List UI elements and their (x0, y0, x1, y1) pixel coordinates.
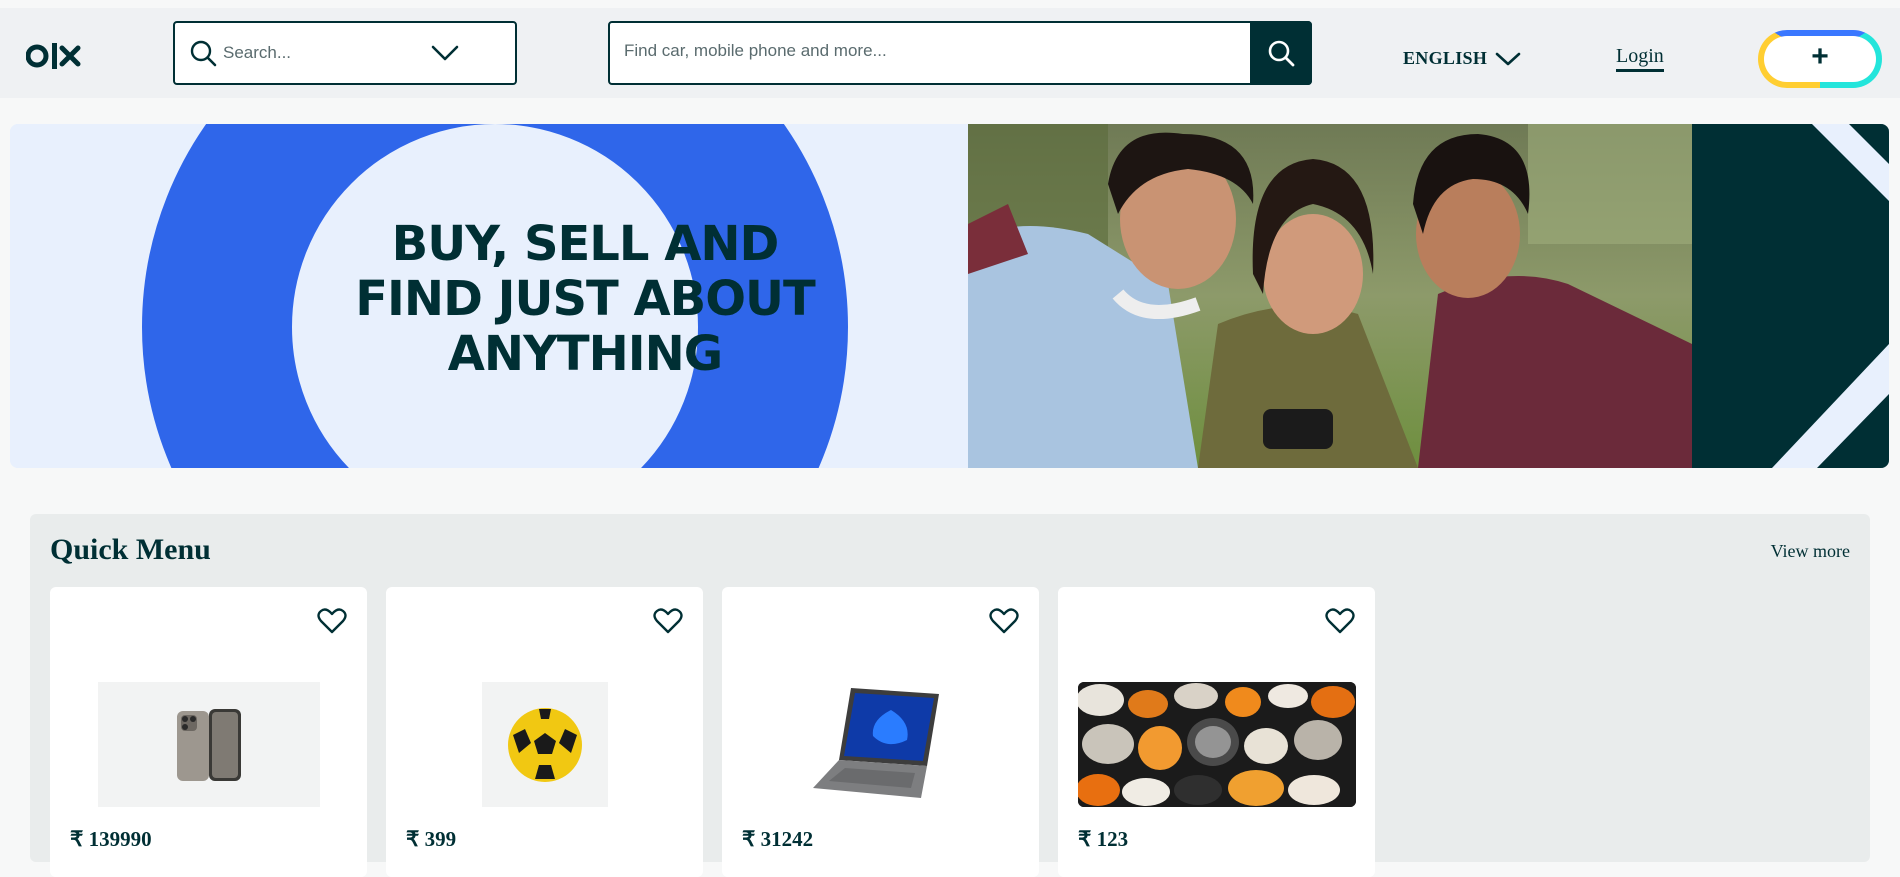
banner-headline-line: ANYTHING (447, 326, 723, 382)
pebbles-image (1078, 682, 1356, 807)
language-selector[interactable]: ENGLISH (1403, 48, 1521, 69)
search-button[interactable] (1250, 21, 1312, 85)
heart-icon[interactable] (1325, 607, 1355, 635)
search-icon (1268, 40, 1295, 67)
banner-text-panel: BUY, SELL AND FIND JUST ABOUT ANYTHING (10, 124, 968, 468)
main-search-box (608, 21, 1312, 85)
chevron-down-icon[interactable] (431, 43, 459, 63)
football-image (508, 707, 582, 782)
banner-headline-line: FIND JUST ABOUT (355, 271, 816, 327)
heart-icon[interactable] (989, 607, 1019, 635)
banner-headline: BUY, SELL AND FIND JUST ABOUT ANYTHING (350, 217, 820, 382)
olx-logo[interactable] (26, 38, 84, 74)
login-link[interactable]: Login (1616, 46, 1664, 72)
banner-people-photo (968, 124, 1692, 468)
product-image-football (482, 682, 608, 807)
location-search-box[interactable] (173, 21, 517, 85)
product-image-pebbles (1078, 682, 1356, 807)
product-price: ₹ 123 (1078, 827, 1129, 851)
product-card[interactable]: ₹ 31242 (722, 587, 1039, 877)
iphone-image (177, 708, 241, 781)
heart-icon[interactable] (653, 607, 683, 635)
view-more-link[interactable]: View more (1771, 541, 1850, 562)
product-price: ₹ 139990 (70, 827, 152, 851)
product-image-iphone (98, 682, 320, 807)
product-card[interactable]: ₹ 139990 (50, 587, 367, 877)
product-card[interactable]: ₹ 399 (386, 587, 703, 877)
banner-arrow-graphic (1692, 124, 1889, 468)
product-image-laptop (808, 675, 954, 810)
language-label: ENGLISH (1403, 48, 1488, 68)
hero-banner[interactable]: BUY, SELL AND FIND JUST ABOUT ANYTHING (10, 124, 1889, 468)
product-price: ₹ 399 (406, 827, 457, 851)
banner-headline-line: BUY, SELL AND (391, 216, 780, 272)
quick-menu-section: Quick Menu View more ₹ 139990 ₹ 399 ₹ 31… (30, 514, 1870, 877)
product-price: ₹ 31242 (742, 827, 814, 851)
heart-icon[interactable] (317, 607, 347, 635)
chevron-down-icon (1495, 52, 1521, 65)
location-search-input[interactable] (223, 43, 423, 63)
quick-menu-title: Quick Menu (50, 533, 211, 566)
product-card[interactable]: ₹ 123 (1058, 587, 1375, 877)
top-header: ENGLISH Login + (0, 8, 1900, 98)
plus-icon: + (1811, 40, 1829, 73)
sell-button[interactable]: + (1758, 30, 1882, 88)
main-search-input[interactable] (624, 41, 1224, 61)
search-icon (190, 40, 217, 67)
laptop-image (813, 688, 939, 798)
